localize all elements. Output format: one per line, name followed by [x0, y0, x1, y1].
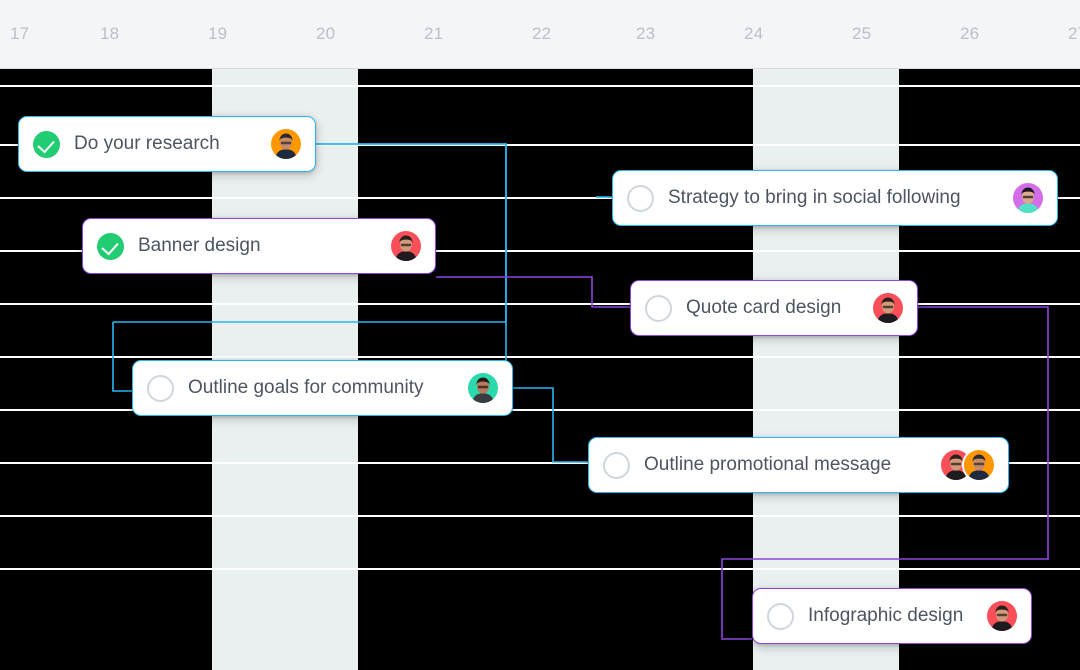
task-card-outline-promotional-message[interactable]: Outline promotional message [588, 437, 1009, 493]
task-title: Strategy to bring in social following [668, 187, 961, 208]
task-card-quote-card-design[interactable]: Quote card design [630, 280, 918, 336]
task-title: Infographic design [808, 605, 964, 626]
empty-circle-icon[interactable] [767, 602, 794, 630]
empty-circle-icon[interactable] [627, 184, 654, 212]
check-circle-icon[interactable] [97, 232, 124, 260]
avatar-red-woman[interactable] [871, 291, 905, 325]
date-tick-25[interactable]: 25 [852, 24, 871, 44]
date-tick-22[interactable]: 22 [532, 24, 551, 44]
task-title: Quote card design [686, 297, 842, 318]
task-card-infographic-design[interactable]: Infographic design [752, 588, 1032, 644]
task-card-banner-design[interactable]: Banner design [82, 218, 436, 274]
row-gridline-6 [0, 356, 1080, 358]
assignee-avatar-group[interactable] [466, 371, 500, 405]
assignee-avatar-group[interactable] [985, 599, 1019, 633]
check-circle-icon[interactable] [33, 130, 60, 158]
assignee-avatar-group[interactable] [389, 229, 423, 263]
task-title: Banner design [138, 235, 261, 256]
task-title: Do your research [74, 133, 220, 154]
avatar-red-woman[interactable] [389, 229, 423, 263]
empty-circle-icon[interactable] [147, 374, 174, 402]
date-tick-17[interactable]: 17 [10, 24, 29, 44]
row-gridline-1 [0, 85, 1080, 87]
timeline-date-header: 17 18 19 20 21 22 23 24 25 26 27 [0, 0, 1080, 69]
row-gridline-9 [0, 515, 1080, 517]
task-card-outline-goals-community[interactable]: Outline goals for community [132, 360, 513, 416]
date-tick-27[interactable]: 27 [1068, 24, 1080, 44]
task-card-strategy-social-following[interactable]: Strategy to bring in social following [612, 170, 1058, 226]
date-tick-19[interactable]: 19 [208, 24, 227, 44]
task-title: Outline goals for community [188, 377, 424, 398]
empty-circle-icon[interactable] [603, 451, 630, 479]
weekend-column-band-2 [753, 69, 899, 670]
row-gridline-10 [0, 568, 1080, 570]
assignee-avatar-group[interactable] [1011, 181, 1045, 215]
avatar-magenta-woman[interactable] [1011, 181, 1045, 215]
date-tick-26[interactable]: 26 [960, 24, 979, 44]
assignee-avatar-group[interactable] [871, 291, 905, 325]
date-tick-24[interactable]: 24 [744, 24, 763, 44]
task-title: Outline promotional message [644, 454, 892, 475]
date-tick-18[interactable]: 18 [100, 24, 119, 44]
gantt-timeline-view: 17 18 19 20 21 22 23 24 25 26 27 Do your research B… [0, 0, 1080, 670]
row-gridline-5 [0, 303, 1080, 305]
date-tick-23[interactable]: 23 [636, 24, 655, 44]
avatar-orange-man[interactable] [269, 127, 303, 161]
date-tick-21[interactable]: 21 [424, 24, 443, 44]
date-tick-20[interactable]: 20 [316, 24, 335, 44]
empty-circle-icon[interactable] [645, 294, 672, 322]
assignee-avatar-group[interactable] [939, 448, 996, 482]
task-card-do-your-research[interactable]: Do your research [18, 116, 316, 172]
avatar-orange-man[interactable] [962, 448, 996, 482]
avatar-red-woman[interactable] [985, 599, 1019, 633]
assignee-avatar-group[interactable] [269, 127, 303, 161]
avatar-teal-man[interactable] [466, 371, 500, 405]
